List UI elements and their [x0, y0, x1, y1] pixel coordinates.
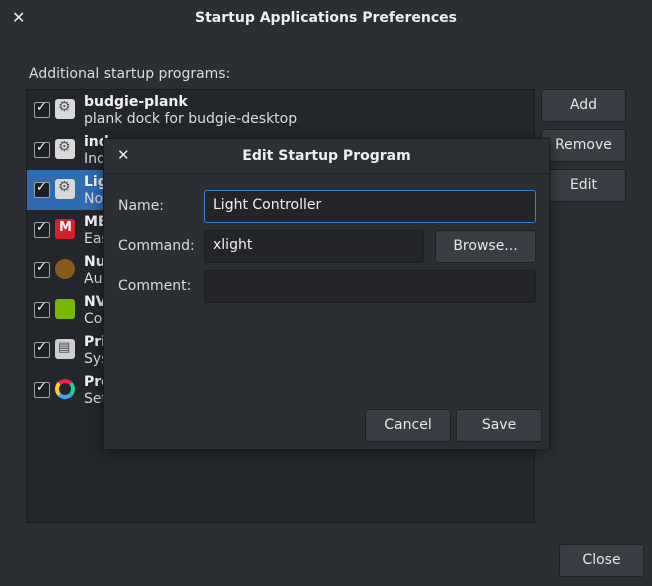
acorn-icon	[55, 259, 75, 279]
gear-icon	[55, 179, 75, 199]
enabled-checkbox[interactable]	[34, 140, 50, 158]
list-label: Additional startup programs:	[29, 66, 231, 82]
name-field[interactable]: Light Controller	[204, 190, 536, 223]
title-bar: ✕ Startup Applications Preferences	[0, 0, 652, 38]
enabled-checkbox[interactable]	[34, 300, 50, 318]
list-item[interactable]: budgie-plank plank dock for budgie-deskt…	[27, 90, 534, 130]
save-button[interactable]: Save	[456, 409, 542, 442]
command-field[interactable]: xlight	[204, 230, 424, 263]
nvidia-icon	[55, 299, 75, 319]
window-title: Startup Applications Preferences	[195, 10, 457, 26]
dialog-title: Edit Startup Program	[242, 148, 411, 164]
close-button[interactable]: Close	[559, 544, 644, 577]
remove-button[interactable]: Remove	[541, 129, 626, 162]
enabled-checkbox[interactable]	[34, 340, 50, 358]
gear-icon	[55, 99, 75, 119]
browse-button[interactable]: Browse...	[435, 230, 536, 263]
program-comment: No	[84, 191, 104, 207]
color-ring-icon	[55, 379, 75, 399]
edit-button[interactable]: Edit	[541, 169, 626, 202]
enabled-checkbox[interactable]	[34, 260, 50, 278]
program-comment: Au	[84, 271, 103, 287]
gear-icon	[55, 139, 75, 159]
cancel-button[interactable]: Cancel	[365, 409, 451, 442]
enabled-checkbox[interactable]	[34, 100, 50, 118]
enabled-checkbox[interactable]	[34, 220, 50, 238]
enabled-checkbox[interactable]	[34, 380, 50, 398]
comment-field[interactable]	[204, 270, 536, 303]
enabled-checkbox[interactable]	[34, 180, 50, 198]
edit-startup-program-dialog: ✕ Edit Startup Program Name: Light Contr…	[103, 138, 550, 449]
command-label: Command:	[118, 238, 195, 254]
printer-icon	[55, 339, 75, 359]
program-comment: Co	[84, 311, 103, 327]
dialog-body: Name: Light Controller Command: xlight B…	[104, 173, 549, 449]
mega-icon	[55, 219, 75, 239]
program-name: budgie-plank	[84, 94, 188, 110]
add-button[interactable]: Add	[541, 89, 626, 122]
program-comment: plank dock for budgie-desktop	[84, 111, 298, 127]
comment-label: Comment:	[118, 278, 192, 294]
name-label: Name:	[118, 198, 165, 214]
